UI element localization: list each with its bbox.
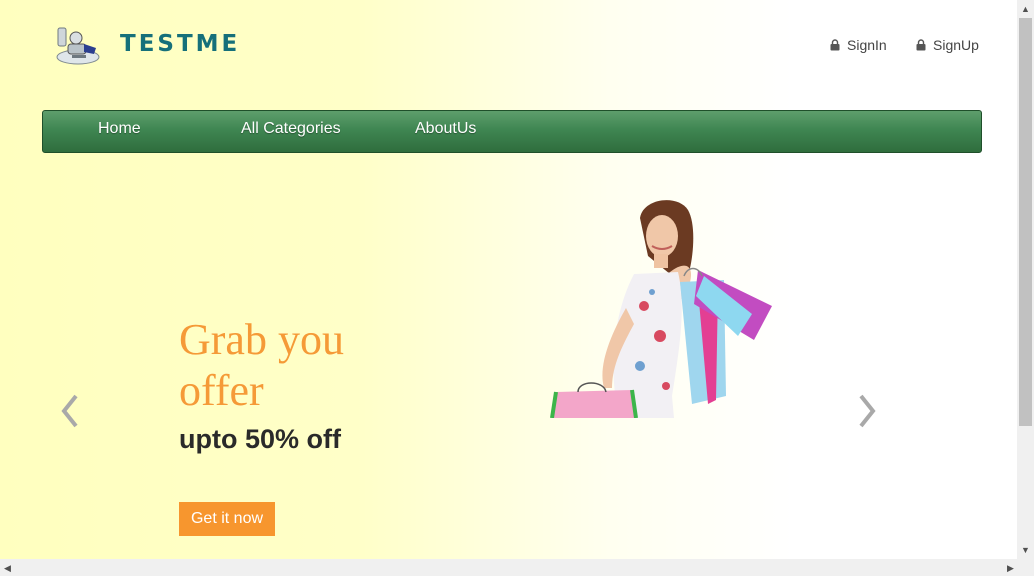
scroll-up-icon[interactable]: ▲ — [1021, 4, 1030, 14]
nav-item-home[interactable]: Home — [98, 120, 141, 138]
horizontal-scrollbar[interactable] — [0, 559, 1034, 576]
scroll-right-icon[interactable]: ▶ — [1007, 563, 1014, 573]
nav-item-aboutus[interactable]: AboutUs — [415, 120, 476, 138]
lock-icon — [830, 39, 840, 51]
logo-mascot-icon[interactable] — [54, 24, 102, 66]
vertical-scrollbar-thumb[interactable] — [1019, 18, 1032, 426]
get-it-now-button[interactable]: Get it now — [179, 502, 275, 536]
signin-label: SignIn — [847, 37, 887, 53]
signin-link[interactable]: SignIn — [830, 37, 887, 53]
chevron-left-icon[interactable] — [58, 392, 82, 430]
nav-item-all-categories[interactable]: All Categories — [241, 120, 341, 138]
scroll-left-icon[interactable]: ◀ — [4, 563, 11, 573]
hero-subheadline: upto 50% off — [179, 424, 341, 454]
hero-headline: Grab you offer — [179, 315, 344, 415]
brand-name[interactable]: TESTME — [120, 31, 240, 57]
chevron-right-icon[interactable] — [855, 392, 879, 430]
page: TESTME SignIn SignUp Home All Categories… — [0, 0, 1017, 559]
scroll-down-icon[interactable]: ▼ — [1021, 545, 1030, 555]
signup-label: SignUp — [933, 37, 979, 53]
main-nav: Home All Categories AboutUs — [42, 110, 982, 153]
hero-shopping-woman-image — [550, 200, 772, 418]
lock-icon — [916, 39, 926, 51]
signup-link[interactable]: SignUp — [916, 37, 979, 53]
